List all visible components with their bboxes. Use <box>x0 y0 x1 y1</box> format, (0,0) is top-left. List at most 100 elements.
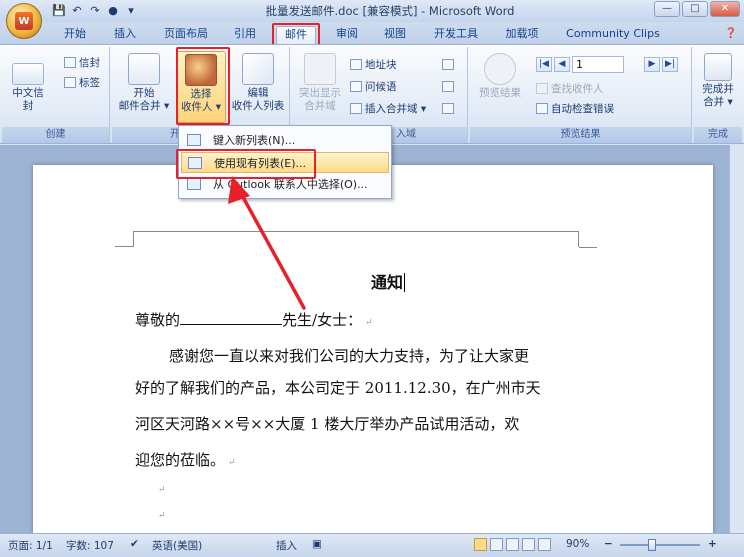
auto-check-errors-button[interactable]: 自动检查错误 <box>536 101 614 117</box>
word-count[interactable]: 字数: 107 <box>66 538 114 553</box>
auto-check-label: 自动检查错误 <box>551 103 614 115</box>
select-label-1: 选择 <box>190 88 212 100</box>
document-icon <box>128 53 160 85</box>
vertical-scrollbar[interactable] <box>729 145 744 533</box>
body-line-1: 感谢您一直以来对我们公司的大力支持，为了让大家更 <box>169 347 530 365</box>
header-margin-left <box>115 231 133 247</box>
maximize-button[interactable]: □ <box>682 1 708 17</box>
zoom-slider-thumb[interactable] <box>648 539 656 551</box>
tab-page-layout[interactable]: 页面布局 <box>156 26 216 44</box>
tab-add-ins[interactable]: 加载项 <box>500 26 544 44</box>
address-block-icon <box>350 59 362 70</box>
office-logo-icon: W <box>15 12 33 30</box>
language-indicator[interactable]: 英语(美国) <box>152 538 202 553</box>
tab-review[interactable]: 审阅 <box>330 26 364 44</box>
labels-button[interactable]: 标签 <box>64 75 100 91</box>
tab-view[interactable]: 视图 <box>378 26 412 44</box>
group-finish: 完成并 合并 ▾ 完成 <box>694 47 742 143</box>
magnifier-icon <box>484 53 516 85</box>
insert-merge-field-button[interactable]: 插入合并域 ▾ <box>350 101 426 117</box>
highlight-icon <box>304 53 336 85</box>
edit-recipient-list-button[interactable]: 编辑 收件人列表 <box>228 53 288 113</box>
edit-label-2: 收件人列表 <box>231 100 285 112</box>
tab-insert[interactable]: 插入 <box>108 26 142 44</box>
menu-item-use-existing-list[interactable]: 使用现有列表(E)... <box>181 152 389 173</box>
match-fields-icon <box>442 81 454 92</box>
paragraph-mark: ↵ <box>365 318 373 328</box>
highlight-merge-fields-button[interactable]: 突出显示 合并域 <box>296 53 344 113</box>
preview-results-button[interactable]: 预览结果 <box>474 53 526 100</box>
next-record-button[interactable]: ▶ <box>644 57 660 72</box>
group-label-create: 创建 <box>2 127 109 143</box>
rules-button[interactable] <box>442 57 457 73</box>
help-icon[interactable]: ❓ <box>724 26 738 44</box>
update-labels-icon <box>442 103 454 114</box>
minimize-button[interactable]: — <box>654 1 680 17</box>
greeting-line-button[interactable]: 问候语 <box>350 79 397 95</box>
menu-item-outlook-contacts[interactable]: 从 Outlook 联系人中选择(O)... <box>181 174 389 195</box>
menu-item-type-new-list[interactable]: 键入新列表(N)... <box>181 130 389 151</box>
find-recipient-icon <box>536 83 548 94</box>
merge-field-icon <box>350 103 362 114</box>
group-label-finish: 完成 <box>694 127 742 143</box>
salutation-prefix: 尊敬的 <box>135 311 181 329</box>
rules-icon <box>442 59 454 70</box>
save-icon[interactable]: 💾 <box>52 4 66 17</box>
menu-item-label: 使用现有列表(E)... <box>214 157 307 170</box>
record-number-input[interactable]: 1 <box>572 56 624 73</box>
print-layout-view-icon[interactable] <box>474 538 487 551</box>
tab-community-clips[interactable]: Community Clips <box>558 26 668 44</box>
match-fields-button[interactable] <box>442 79 457 95</box>
zoom-slider[interactable] <box>620 544 700 546</box>
previous-record-button[interactable]: ◀ <box>554 57 570 72</box>
paragraph-mark: ↵ <box>228 458 236 468</box>
close-button[interactable]: ✕ <box>710 1 740 17</box>
proofing-icon[interactable]: ✔ <box>130 538 139 550</box>
start-label-2: 邮件合并 ▾ <box>118 100 170 112</box>
redo-icon[interactable]: ↷ <box>88 4 102 17</box>
name-blank <box>180 311 283 325</box>
highlight-label-1: 突出显示 <box>299 87 341 99</box>
tab-references[interactable]: 引用 <box>228 26 262 44</box>
finish-icon <box>704 53 732 81</box>
tab-developer[interactable]: 开发工具 <box>426 26 486 44</box>
macro-record-icon[interactable]: ▣ <box>312 538 322 550</box>
ribbon-tabs: 开始 插入 页面布局 引用 邮件 审阅 视图 开发工具 加载项 Communit… <box>0 22 744 44</box>
zoom-level[interactable]: 90% <box>566 538 589 550</box>
tab-mailings[interactable]: 邮件 <box>276 26 316 44</box>
office-button[interactable]: W <box>6 3 42 39</box>
page-count[interactable]: 页面: 1/1 <box>8 538 53 553</box>
undo-icon[interactable]: ↶ <box>70 4 84 17</box>
finish-merge-button[interactable]: 完成并 合并 ▾ <box>696 53 740 109</box>
document-page[interactable]: 通知 尊敬的 先生/女士： ↵ 感谢您一直以来对我们公司的大力支持，为了让大家更 好… <box>33 165 713 545</box>
body-line-4-text: 迎您的莅临。 <box>135 451 226 469</box>
zoom-in-button[interactable]: + <box>708 538 717 550</box>
outline-view-icon[interactable] <box>522 538 535 551</box>
finish-label-1: 完成并 <box>702 83 734 95</box>
header-margin-right <box>579 247 597 248</box>
address-block-button[interactable]: 地址块 <box>350 57 397 73</box>
notice-title-text: 通知 <box>371 273 404 292</box>
web-layout-view-icon[interactable] <box>506 538 519 551</box>
check-errors-icon <box>536 103 548 114</box>
update-labels-button[interactable] <box>442 101 457 117</box>
quick-access-dropdown-icon[interactable]: ▾ <box>124 4 138 17</box>
insert-mode[interactable]: 插入 <box>276 538 297 553</box>
text-cursor <box>404 273 406 292</box>
body-line-4: 迎您的莅临。 ↵ <box>135 449 236 470</box>
last-record-button[interactable]: ▶| <box>662 57 678 72</box>
zoom-out-button[interactable]: − <box>604 538 613 550</box>
select-label-2: 收件人 ▾ <box>180 101 222 113</box>
existing-list-icon <box>188 157 202 169</box>
full-screen-view-icon[interactable] <box>490 538 503 551</box>
first-record-button[interactable]: |◀ <box>536 57 552 72</box>
envelope-button[interactable]: 信封 <box>64 55 100 71</box>
tab-home[interactable]: 开始 <box>58 26 92 44</box>
repeat-icon[interactable]: ● <box>106 4 120 17</box>
address-block-label: 地址块 <box>365 59 397 71</box>
draft-view-icon[interactable] <box>538 538 551 551</box>
chinese-envelope-button[interactable]: 中文信封 <box>8 53 48 113</box>
find-recipient-button[interactable]: 查找收件人 <box>536 81 604 97</box>
select-recipients-button[interactable]: 选择 收件人 ▾ <box>176 51 226 123</box>
start-mail-merge-button[interactable]: 开始 邮件合并 ▾ <box>116 53 172 113</box>
